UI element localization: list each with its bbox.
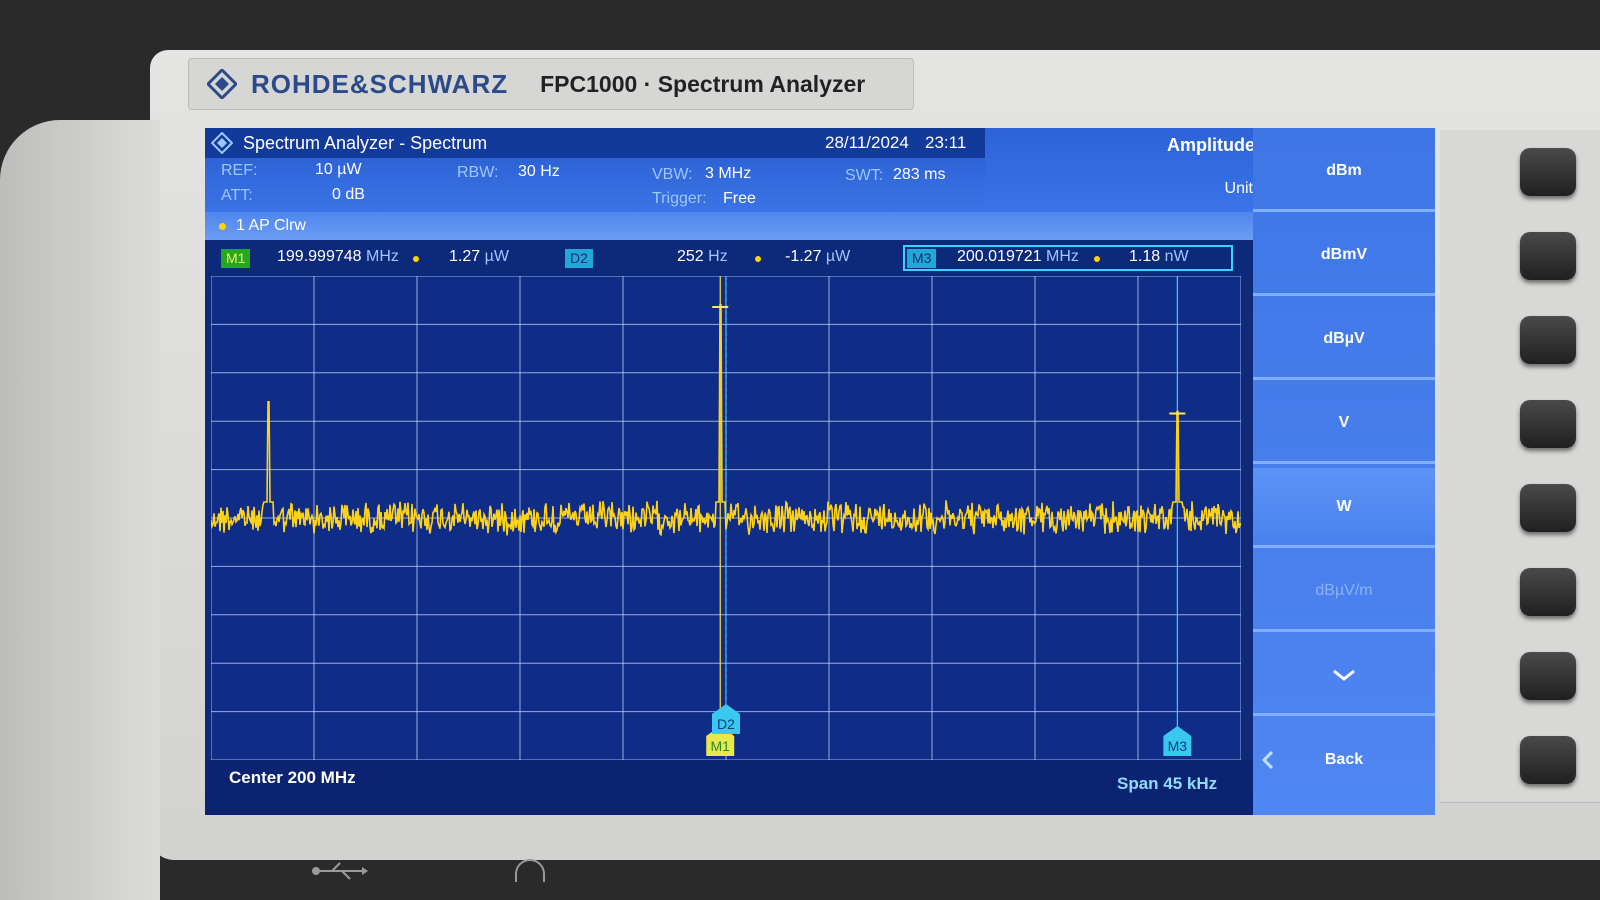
marker-m3-freq-unit: MHz (1045, 248, 1079, 265)
softkey-label: dBm (1326, 161, 1362, 179)
headphone-icon (515, 859, 545, 882)
softkey-unit-dbv[interactable]: dBµV (1253, 300, 1435, 380)
marker-m3-freq: 200.019721 MHz (957, 248, 1079, 266)
rohde-schwarz-logo-icon (207, 69, 237, 99)
menu-title: Amplitude (1167, 135, 1255, 155)
marker-m3-level: 1.18 nW (1129, 248, 1189, 266)
amplitude-header: Amplitude Unit (985, 128, 1275, 212)
softkey-back-label: Back (1324, 751, 1364, 768)
trace-mode: 1 AP Clrw (236, 217, 306, 234)
analyzer-screen: Spectrum Analyzer - Spectrum 28/11/2024 … (205, 128, 1435, 815)
marker-d2-freq: 252 Hz (677, 248, 728, 266)
vbw-label: VBW: (652, 166, 693, 183)
hardkey-8[interactable] (1520, 736, 1576, 784)
softkey-more[interactable] (1253, 636, 1435, 716)
usb-icon (312, 862, 368, 880)
marker-d2-level: -1.27 µW (785, 248, 850, 266)
hardware-keys (1440, 130, 1600, 810)
trigger-value[interactable]: Free (723, 190, 756, 208)
hardkey-2[interactable] (1520, 232, 1576, 280)
marker-m1-freq-value: 199.999748 (277, 248, 362, 265)
softkey-menu: dBm dBmV dBµV V WdBµV/m Back (1253, 128, 1435, 815)
softkey-label: V (1338, 413, 1350, 431)
marker-readout: M1 199.999748 MHz 1.27 µW D2 252 Hz -1.2… (205, 242, 1275, 276)
softkey-unit-dbm[interactable]: dBm (1253, 132, 1435, 212)
hardkey-4[interactable] (1520, 400, 1576, 448)
marker-d2-level-value: -1.27 (785, 248, 822, 265)
time: 23:11 (925, 133, 967, 152)
softkey-back[interactable]: Back (1253, 720, 1435, 800)
chevron-down-icon (1333, 669, 1355, 681)
marker-flag-label: D2 (717, 716, 735, 732)
marker-m3-tag[interactable]: M3 (907, 249, 937, 268)
att-value[interactable]: 0 dB (332, 186, 365, 204)
date: 28/11/2024 (825, 133, 909, 152)
app-title: Spectrum Analyzer - Spectrum (243, 132, 488, 153)
marker-d2-freq-unit: Hz (708, 248, 728, 265)
swt-label: SWT: (845, 167, 884, 184)
trace-indicator-icon (219, 222, 226, 230)
rbw-label: RBW: (457, 164, 499, 181)
softkey-unit-w[interactable]: W (1253, 468, 1435, 548)
chevron-left-icon (1261, 750, 1274, 770)
center-frequency[interactable]: Center 200 MHz (229, 768, 356, 788)
swt-value[interactable]: 283 ms (893, 166, 945, 184)
span-frequency[interactable]: Span 45 kHz (1117, 774, 1217, 794)
att-label: ATT: (221, 187, 253, 204)
marker-m3-level-value: 1.18 (1129, 248, 1161, 265)
marker-m1-level-value: 1.27 (449, 248, 481, 265)
menu-subtitle-unit: Unit (1224, 180, 1253, 197)
brand-plate: ROHDE&SCHWARZ FPC1000 · Spectrum Analyze… (188, 58, 914, 110)
softkey-unit-dbvm: dBµV/m (1253, 552, 1435, 632)
vbw-value[interactable]: 3 MHz (705, 165, 751, 183)
marker-m3-level-unit: nW (1164, 248, 1189, 265)
marker-m1-level: 1.27 µW (449, 248, 509, 266)
marker-m1-level-unit: µW (484, 248, 509, 265)
app-logo-icon (211, 132, 233, 154)
hardkey-5[interactable] (1520, 484, 1576, 532)
trace-info[interactable]: 1 AP Clrw (205, 212, 1275, 240)
marker-flag-label: M1 (711, 738, 731, 754)
title-bar: Spectrum Analyzer - Spectrum 28/11/2024 … (205, 128, 985, 158)
marker-flag-label: M3 (1168, 738, 1188, 754)
softkey-label: dBµV/m (1315, 581, 1373, 599)
hardkey-3[interactable] (1520, 316, 1576, 364)
softkey-unit-dbmv[interactable]: dBmV (1253, 216, 1435, 296)
marker-d2-tag[interactable]: D2 (565, 249, 593, 268)
marker-d2-freq-value: 252 (677, 248, 704, 265)
hardkey-1[interactable] (1520, 148, 1576, 196)
marker-m1-dot-icon (413, 256, 419, 262)
softkey-unit-v[interactable]: V (1253, 384, 1435, 464)
rbw-value[interactable]: 30 Hz (518, 163, 560, 181)
marker-m3-freq-value: 200.019721 (957, 248, 1042, 265)
marker-m3-dot-icon (1094, 256, 1100, 262)
hardkey-7[interactable] (1520, 652, 1576, 700)
device-model: FPC1000 · Spectrum Analyzer (540, 70, 866, 97)
softkey-label: dBµV (1323, 329, 1365, 347)
hardkey-6[interactable] (1520, 568, 1576, 616)
brand-name: ROHDE&SCHWARZ (251, 68, 509, 99)
ref-value[interactable]: 10 µW (315, 161, 362, 179)
marker-m1-freq: 199.999748 MHz (277, 248, 399, 266)
marker-m1-freq-unit: MHz (365, 248, 399, 265)
trigger-label: Trigger: (652, 190, 707, 207)
marker-d2-dot-icon (755, 256, 761, 262)
spectrum-plot[interactable]: M1 D2 M3 (211, 276, 1241, 760)
softkey-label: dBmV (1320, 245, 1368, 263)
softkey-label: W (1336, 497, 1352, 515)
marker-d2-level-unit: µW (825, 248, 851, 265)
frequency-bar: Center 200 MHz Span 45 kHz (205, 760, 1275, 815)
marker-m1-tag[interactable]: M1 (221, 249, 251, 268)
device-side (0, 120, 160, 900)
ref-label: REF: (221, 162, 258, 179)
